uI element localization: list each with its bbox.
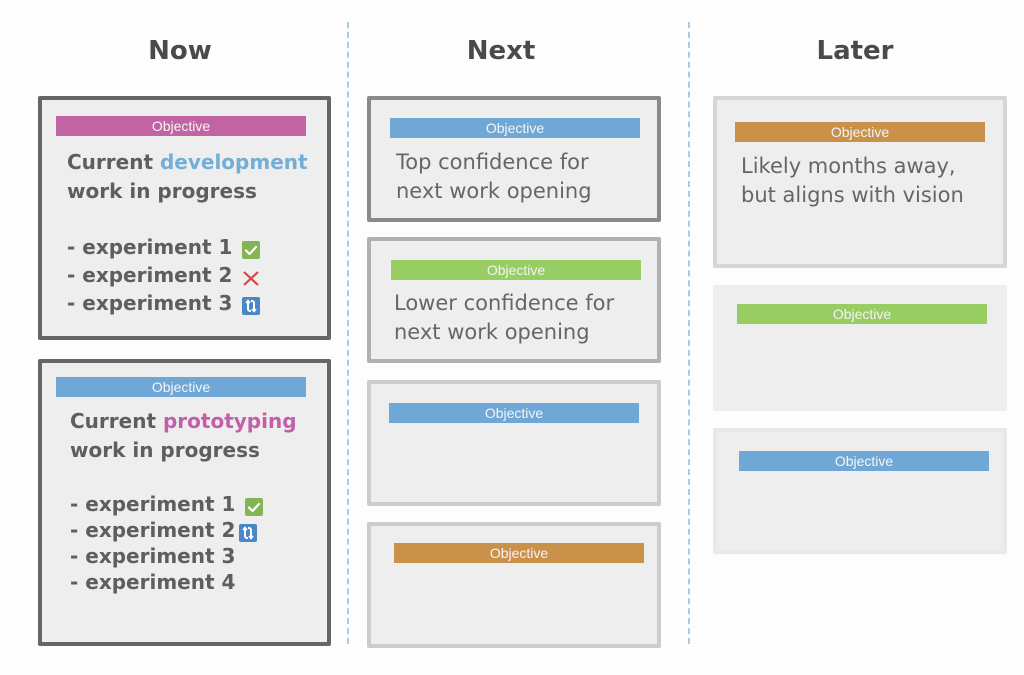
roadmap-card[interactable]: Objective bbox=[713, 285, 1007, 411]
experiment-item: - experiment 1 bbox=[70, 491, 264, 517]
card-title: Current development work in progress bbox=[67, 148, 308, 206]
objective-label: Objective bbox=[56, 116, 306, 136]
objective-label: Objective bbox=[390, 118, 640, 138]
card-description-line2: next work opening bbox=[394, 320, 590, 344]
roadmap-card[interactable]: Objective Current prototyping work in pr… bbox=[38, 359, 331, 646]
experiment-label: - experiment 3 bbox=[67, 291, 233, 315]
experiment-label: - experiment 4 bbox=[70, 570, 236, 594]
column-title-next: Next bbox=[466, 36, 536, 66]
card-description-line1: Lower confidence for bbox=[394, 291, 615, 315]
experiment-label: - experiment 2 bbox=[67, 263, 233, 287]
card-description-line1: Top confidence for bbox=[396, 150, 589, 174]
card-title-highlight: development bbox=[159, 150, 308, 174]
card-description-line2: but aligns with vision bbox=[741, 183, 964, 207]
experiment-item: - experiment 3 bbox=[67, 289, 261, 317]
experiment-label: - experiment 1 bbox=[67, 235, 233, 259]
check-icon bbox=[242, 241, 261, 259]
roadmap-card[interactable]: Objective bbox=[713, 428, 1007, 554]
column-divider bbox=[688, 22, 690, 644]
roadmap-card[interactable]: Objective bbox=[367, 522, 661, 648]
experiment-label: - experiment 2 bbox=[70, 518, 236, 542]
roadmap-card[interactable]: Objective Current development work in pr… bbox=[38, 96, 331, 340]
objective-label: Objective bbox=[56, 377, 306, 397]
roadmap-card[interactable]: Objective Likely months away, but aligns… bbox=[713, 96, 1007, 268]
objective-label: Objective bbox=[389, 403, 639, 423]
refresh-icon bbox=[242, 297, 261, 315]
experiment-label: - experiment 1 bbox=[70, 492, 236, 516]
experiment-item: - experiment 1 bbox=[67, 233, 261, 261]
card-description: Top confidence for next work opening bbox=[396, 148, 592, 206]
experiment-item: - experiment 4 bbox=[70, 569, 263, 595]
experiment-item: - experiment 3 bbox=[70, 543, 263, 569]
roadmap-card[interactable]: Objective bbox=[367, 380, 661, 506]
experiment-item: - experiment 2 bbox=[70, 517, 263, 543]
card-description-line2: next work opening bbox=[396, 179, 592, 203]
objective-label: Objective bbox=[394, 543, 644, 563]
objective-label: Objective bbox=[391, 260, 641, 280]
objective-label: Objective bbox=[739, 451, 989, 471]
experiment-item: - experiment 2 bbox=[67, 261, 260, 289]
experiment-label: - experiment 3 bbox=[70, 544, 236, 568]
experiment-list: - experiment 1 - experiment 2 - experime… bbox=[67, 233, 261, 317]
roadmap-card[interactable]: Objective Top confidence for next work o… bbox=[367, 96, 661, 222]
card-description-line1: Likely months away, bbox=[741, 154, 956, 178]
check-icon bbox=[245, 498, 264, 516]
cross-icon bbox=[242, 269, 260, 287]
card-title-prefix: Current bbox=[67, 150, 160, 174]
refresh-icon bbox=[239, 524, 258, 542]
card-title-prefix: Current bbox=[70, 409, 163, 433]
column-title-later: Later bbox=[816, 36, 894, 66]
card-description: Likely months away, but aligns with visi… bbox=[741, 152, 964, 210]
column-divider bbox=[347, 22, 349, 644]
objective-label: Objective bbox=[735, 122, 985, 142]
card-description: Lower confidence for next work opening bbox=[394, 289, 614, 347]
column-title-now: Now bbox=[148, 36, 212, 66]
roadmap-card[interactable]: Objective Lower confidence for next work… bbox=[367, 237, 661, 363]
card-title-highlight: prototyping bbox=[162, 409, 297, 433]
objective-label: Objective bbox=[737, 304, 987, 324]
card-title: Current prototyping work in progress bbox=[70, 407, 297, 465]
card-title-line2: work in progress bbox=[70, 438, 260, 462]
card-title-line2: work in progress bbox=[67, 179, 257, 203]
experiment-list: - experiment 1 - experiment 2 - experime… bbox=[70, 491, 264, 595]
